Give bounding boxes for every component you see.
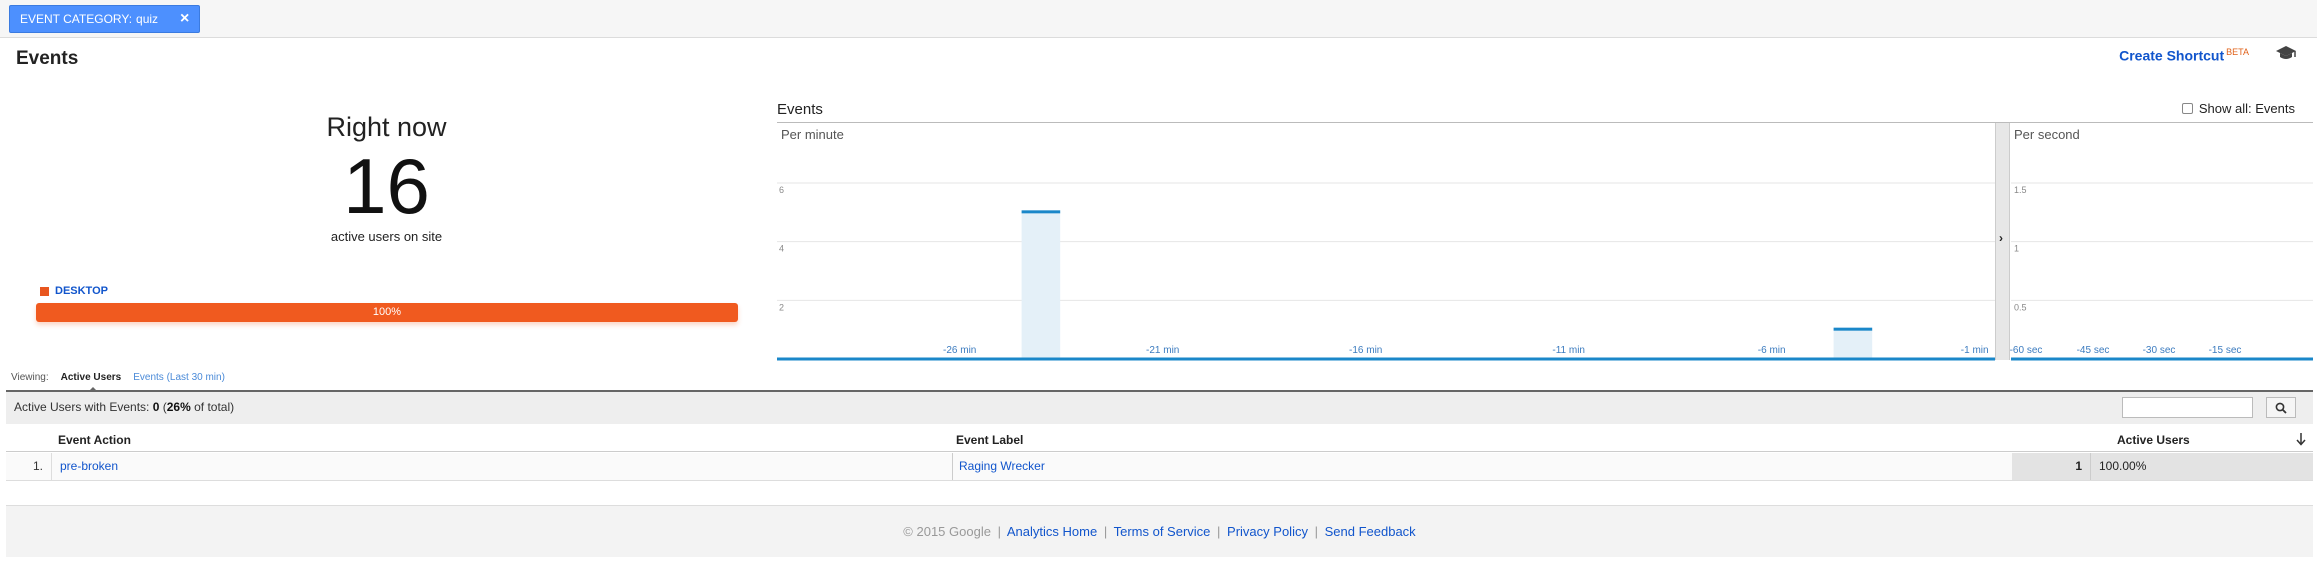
sort-arrow-down-icon[interactable] [2296,432,2306,446]
events-chart: 2 4 6 -26 min -21 min -16 min -11 min -6 min -1 … [777,122,2313,361]
page-title: Events [16,48,79,69]
col-event-label[interactable]: Event Label [956,433,1023,447]
y-tick-label: 0.5 [2014,302,2027,312]
device-percent: 100% [372,306,402,318]
summary-suffix: of total) [194,400,235,414]
per-second-label: Per second [2014,127,2080,142]
active-users-caption: active users on site [330,229,443,244]
col-active-users[interactable]: Active Users [2117,433,2190,447]
footer: © 2015 Google | Analytics Home | Terms o… [6,505,2313,557]
table-header: Event Action Event Label Active Users [6,426,2313,452]
x-tick-label: -1 min [1961,345,1989,356]
show-all-checkbox[interactable] [2181,103,2193,114]
device-share-bar: 100% [36,303,738,322]
footer-link-privacy[interactable]: Privacy Policy [1227,524,1308,539]
create-shortcut-link[interactable]: Create Shortcut BETA [2119,47,2249,64]
x-tick-label: -45 sec [2077,345,2110,356]
beta-badge: BETA [2226,47,2249,57]
device-label: DESKTOP [55,285,108,297]
tab-active-users[interactable]: Active Users [61,372,121,393]
table-toolbar: Active Users with Events: 0 (26% of tota… [6,390,2313,424]
filter-chip[interactable]: EVENT CATEGORY: quiz × [9,5,201,33]
bar-fill [1021,212,1061,359]
summary-prefix: Active Users with Events: [14,400,150,414]
y-tick-label: 6 [779,185,784,195]
chart-panel-toggle[interactable]: › [1995,123,2010,360]
bar-fill [1833,329,1873,359]
x-tick-label: -26 min [943,345,976,356]
row-active-users-percent: 100.00% [2090,453,2313,480]
y-tick-label: 1 [2014,244,2019,254]
close-icon[interactable]: × [180,6,189,32]
table-search-input[interactable] [2122,397,2253,418]
row-index: 1. [6,453,52,480]
y-tick-label: 2 [779,302,784,312]
x-tick-label: -11 min [1552,345,1585,356]
x-tick-label: -30 sec [2143,345,2176,356]
summary-value: 0 [152,400,160,414]
right-now-heading: Right now [326,112,447,142]
filter-bar: EVENT CATEGORY: quiz × [0,0,2317,38]
bar-cap [1833,327,1873,331]
row-event-label[interactable]: Raging Wrecker [952,453,2012,480]
device-legend[interactable]: DESKTOP [40,285,108,297]
footer-link-terms[interactable]: Terms of Service [1114,524,1211,539]
row-event-action[interactable]: pre-broken [60,453,118,480]
footer-link-feedback[interactable]: Send Feedback [1325,524,1416,539]
viewing-label: Viewing: [11,372,49,383]
copyright: © 2015 Google [903,524,991,539]
x-tick-label: -15 sec [2209,345,2242,356]
footer-link-analytics-home[interactable]: Analytics Home [1007,524,1097,539]
active-users-count: 16 [343,142,430,230]
filter-value: quiz [136,12,159,26]
chart-plot: 2 4 6 -26 min -21 min -16 min -11 min -6 min -1 … [777,182,2313,361]
filter-label: EVENT CATEGORY: [20,12,133,26]
show-all-toggle[interactable]: Show all: Events [2181,101,2295,116]
device-color-swatch [40,286,49,296]
x-tick-label: -60 sec [2010,345,2043,356]
right-now-panel: Right now 16 active users on site [30,112,743,244]
bar-cap [1021,210,1061,214]
summary-percent: 26% [166,400,191,414]
per-minute-label: Per minute [781,127,844,142]
search-button[interactable] [2266,397,2296,418]
x-tick-label: -16 min [1349,345,1382,356]
viewing-switch: Viewing: Active Users Events (Last 30 mi… [11,372,225,393]
table-summary: Active Users with Events: 0 (26% of tota… [14,400,235,414]
x-tick-label: -6 min [1758,345,1786,356]
col-event-action[interactable]: Event Action [58,433,131,447]
search-icon [2275,402,2287,414]
table-row: 1. pre-broken Raging Wrecker 1 100.00% [6,453,2313,481]
row-active-users: 1 [2012,453,2090,480]
chevron-right-icon: › [1999,231,2003,245]
y-tick-label: 1.5 [2014,185,2027,195]
graduation-cap-icon[interactable] [2275,44,2297,62]
create-shortcut-label: Create Shortcut [2119,47,2225,64]
y-tick-label: 4 [779,244,784,254]
chart-title: Events [777,101,823,118]
x-tick-label: -21 min [1146,345,1179,356]
show-all-label: Show all: Events [2198,101,2295,116]
tab-events-last-30[interactable]: Events (Last 30 min) [133,372,225,383]
